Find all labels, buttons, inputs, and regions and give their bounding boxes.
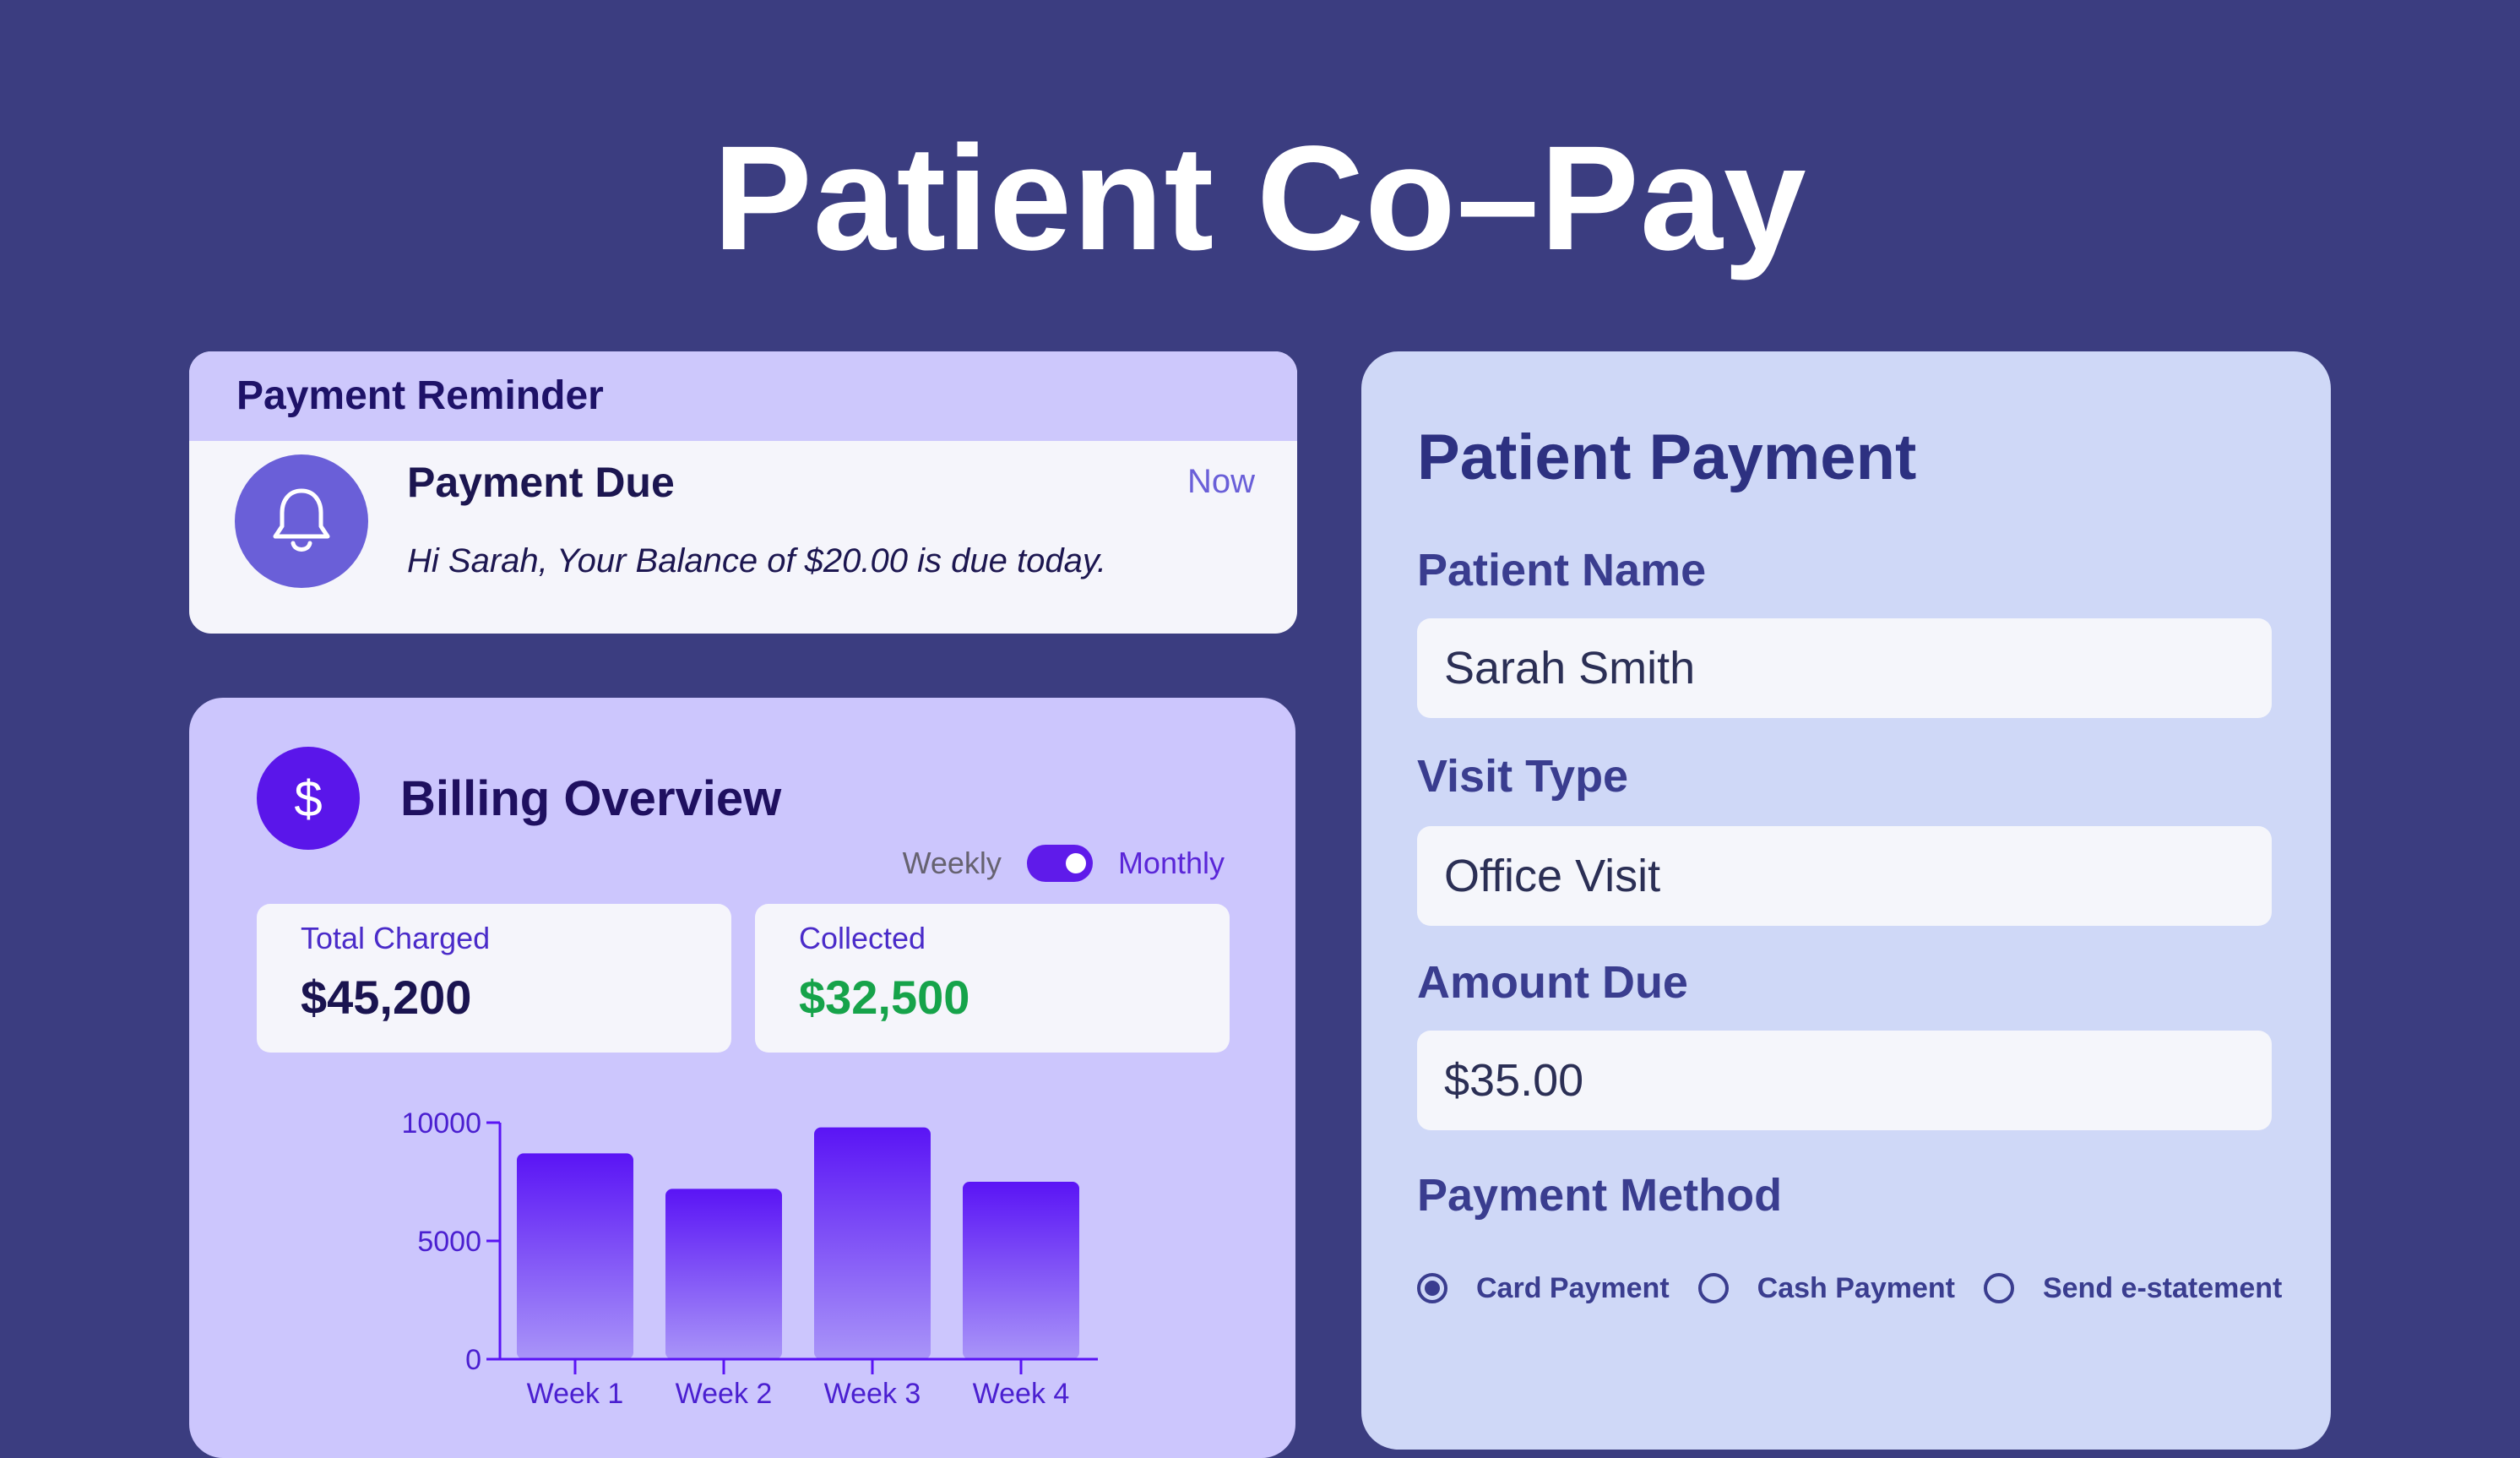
reminder-title: Payment Due xyxy=(407,459,675,506)
y-tick-label: 0 xyxy=(465,1344,481,1376)
amount-due-label: Amount Due xyxy=(1417,957,1688,1008)
x-tick-label: Week 3 xyxy=(824,1378,921,1410)
patient-name-field[interactable]: Sarah Smith xyxy=(1417,618,2272,718)
radio-send-estatement-label[interactable]: Send e-statement xyxy=(2043,1272,2282,1305)
radio-cash-payment[interactable]: Cash Payment xyxy=(1697,1272,1955,1305)
reminder-time: Now xyxy=(1187,463,1255,500)
amount-due-field[interactable]: $35.00 xyxy=(1417,1031,2272,1130)
form-title: Patient Payment xyxy=(1417,422,1917,493)
reminder-message: Hi Sarah, Your Balance of $20.00 is due … xyxy=(407,542,1106,579)
payment-method-options: Card Payment Cash Payment Send e-stateme… xyxy=(1417,1267,2311,1309)
payment-method-label: Payment Method xyxy=(1417,1170,1783,1221)
chart-bar xyxy=(517,1153,633,1359)
radio-card-payment-label[interactable]: Card Payment xyxy=(1476,1272,1670,1305)
chart-bar xyxy=(814,1127,931,1359)
radio-cash-payment-circle[interactable] xyxy=(1697,1273,1729,1303)
y-tick-label: 10000 xyxy=(401,1107,481,1140)
patient-payment-form: Patient Payment Patient Name Sarah Smith… xyxy=(1361,351,2331,1450)
x-tick-label: Week 4 xyxy=(973,1378,1070,1410)
chart-bar xyxy=(963,1182,1079,1359)
chart-bar xyxy=(665,1189,782,1359)
bell-icon xyxy=(235,454,368,588)
radio-cash-payment-label[interactable]: Cash Payment xyxy=(1757,1272,1955,1305)
payment-reminder-card: Payment Reminder Payment Due Now Hi Sara… xyxy=(189,351,1297,634)
radio-send-estatement[interactable]: Send e-statement xyxy=(1983,1272,2282,1305)
x-tick-label: Week 2 xyxy=(676,1378,773,1410)
billing-overview-card: $ Billing Overview Weekly Monthly Total … xyxy=(189,698,1295,1458)
y-tick-label: 5000 xyxy=(417,1226,481,1258)
visit-type-label: Visit Type xyxy=(1417,751,1629,802)
patient-name-label: Patient Name xyxy=(1417,545,1707,596)
page-title: Patient Co–Pay xyxy=(713,116,1807,281)
radio-card-payment-circle[interactable] xyxy=(1417,1273,1447,1303)
billing-bar-chart: Week 1 Week 2 Week 3 Week 4 0 5000 10000 xyxy=(401,1107,1098,1410)
reminder-header: Payment Reminder xyxy=(189,351,1297,441)
radio-card-payment[interactable]: Card Payment xyxy=(1417,1272,1670,1305)
visit-type-field[interactable]: Office Visit xyxy=(1417,826,2272,926)
x-tick-label: Week 1 xyxy=(527,1378,624,1410)
radio-send-estatement-circle[interactable] xyxy=(1983,1273,2014,1303)
